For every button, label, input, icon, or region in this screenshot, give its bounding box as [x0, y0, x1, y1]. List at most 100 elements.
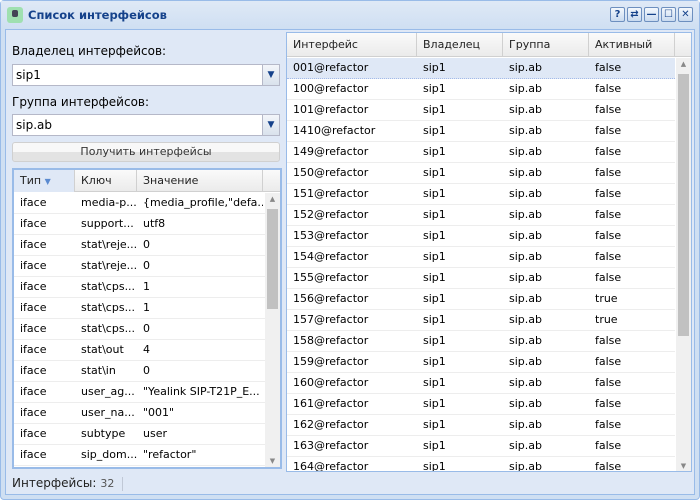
table-cell: iface — [20, 301, 47, 314]
table-cell: sip.ab — [509, 376, 542, 389]
table-row[interactable]: 159@refactor sip1 sip.ab false — [287, 352, 675, 373]
table-row[interactable]: iface user_ag... "Yealink SIP-T21P_E... — [14, 382, 265, 403]
table-row[interactable]: 156@refactor sip1 sip.ab true — [287, 289, 675, 310]
table-cell: 153@refactor — [293, 229, 369, 242]
sort-desc-icon: ▼ — [44, 177, 51, 186]
table-cell: false — [595, 418, 622, 431]
table-row[interactable]: 157@refactor sip1 sip.ab true — [287, 310, 675, 331]
maximize-icon[interactable]: ☐ — [661, 7, 676, 22]
table-row[interactable]: 001@refactor sip1 sip.ab false — [287, 58, 675, 79]
table-cell: false — [595, 166, 622, 179]
group-combo[interactable]: sip.ab ▼ — [12, 114, 280, 136]
table-row[interactable]: iface stat\cps... 1 — [14, 277, 265, 298]
column-label: Тип — [20, 174, 42, 187]
table-row[interactable]: 155@refactor sip1 sip.ab false — [287, 268, 675, 289]
table-row[interactable]: iface stat\cps... 1 — [14, 298, 265, 319]
table-row[interactable]: iface stat\reje... 0 — [14, 235, 265, 256]
table-cell: iface — [20, 259, 47, 272]
table-row[interactable]: 151@refactor sip1 sip.ab false — [287, 184, 675, 205]
table-row[interactable]: 161@refactor sip1 sip.ab false — [287, 394, 675, 415]
table-row[interactable]: 160@refactor sip1 sip.ab false — [287, 373, 675, 394]
table-cell: stat\reje... — [81, 238, 137, 251]
table-row[interactable]: 1410@refactor sip1 sip.ab false — [287, 121, 675, 142]
scroll-up-icon[interactable]: ▲ — [676, 60, 691, 68]
table-row[interactable]: 100@refactor sip1 sip.ab false — [287, 79, 675, 100]
scroll-thumb[interactable] — [267, 209, 278, 309]
table-cell: 151@refactor — [293, 187, 369, 200]
column-value[interactable]: Значение — [137, 170, 263, 192]
table-cell: "refactor" — [143, 448, 197, 461]
table-cell: iface — [20, 427, 47, 440]
table-row[interactable]: 153@refactor sip1 sip.ab false — [287, 226, 675, 247]
table-cell: 1 — [143, 301, 150, 314]
table-row[interactable]: iface stat\in 0 — [14, 361, 265, 382]
scroll-down-icon[interactable]: ▼ — [265, 457, 280, 465]
owner-combo[interactable]: sip1 ▼ — [12, 64, 280, 86]
table-cell: false — [595, 250, 622, 263]
refresh-icon[interactable]: ⇄ — [627, 7, 642, 22]
column-active[interactable]: Активный — [589, 33, 675, 57]
table-row[interactable]: 164@refactor sip1 sip.ab false — [287, 457, 675, 472]
table-cell: false — [595, 208, 622, 221]
table-cell: false — [595, 229, 622, 242]
table-cell: sip.ab — [509, 334, 542, 347]
column-type[interactable]: Тип ▼ — [14, 170, 75, 192]
column-interface[interactable]: Интерфейс — [287, 33, 417, 57]
table-cell: sip.ab — [509, 313, 542, 326]
table-row[interactable]: 149@refactor sip1 sip.ab false — [287, 142, 675, 163]
table-cell: stat\out — [81, 343, 124, 356]
table-row[interactable]: 101@refactor sip1 sip.ab false — [287, 100, 675, 121]
owner-label: Владелец интерфейсов: — [12, 44, 167, 58]
table-cell: sip1 — [423, 166, 446, 179]
app-icon — [7, 7, 23, 23]
window-body: Владелец интерфейсов: sip1 ▼ Группа интер… — [5, 29, 695, 495]
table-row[interactable]: iface support... utf8 — [14, 214, 265, 235]
scrollbar[interactable]: ▲ ▼ — [265, 193, 280, 467]
table-row[interactable]: iface stat\reje... 0 — [14, 256, 265, 277]
table-cell: 0 — [143, 322, 150, 335]
scroll-down-icon[interactable]: ▼ — [676, 462, 691, 470]
column-owner[interactable]: Владелец — [417, 33, 503, 57]
table-cell: sip.ab — [509, 103, 542, 116]
scroll-thumb[interactable] — [678, 74, 689, 336]
close-icon[interactable]: ✕ — [678, 7, 693, 22]
column-key[interactable]: Ключ — [75, 170, 137, 192]
chevron-down-icon[interactable]: ▼ — [262, 115, 279, 135]
table-row[interactable]: iface stat\out 4 — [14, 340, 265, 361]
table-cell: utf8 — [143, 217, 166, 230]
table-row[interactable]: iface media-p... {media_profile,"defa... — [14, 193, 265, 214]
table-row[interactable]: 158@refactor sip1 sip.ab false — [287, 331, 675, 352]
table-cell: sip1 — [423, 208, 446, 221]
get-interfaces-button[interactable]: Получить интерфейсы — [12, 142, 280, 162]
table-row[interactable]: 150@refactor sip1 sip.ab false — [287, 163, 675, 184]
table-cell: false — [595, 124, 622, 137]
table-cell: media-p... — [81, 196, 137, 209]
group-label: Группа интерфейсов: — [12, 95, 150, 109]
table-row[interactable]: 162@refactor sip1 sip.ab false — [287, 415, 675, 436]
chevron-down-icon[interactable]: ▼ — [262, 65, 279, 85]
separator — [122, 476, 124, 491]
table-cell: iface — [20, 406, 47, 419]
title-bar: Список интерфейсов ? ⇄ — ☐ ✕ — [1, 1, 699, 29]
table-row[interactable]: iface sip_dom... "refactor" — [14, 445, 265, 466]
table-cell: 156@refactor — [293, 292, 369, 305]
table-row[interactable]: 152@refactor sip1 sip.ab false — [287, 205, 675, 226]
table-cell: sip1 — [423, 145, 446, 158]
status-bar: Интерфейсы: 32 — [8, 473, 692, 493]
table-row[interactable]: 163@refactor sip1 sip.ab false — [287, 436, 675, 457]
table-cell: 155@refactor — [293, 271, 369, 284]
scrollbar[interactable]: ▲ ▼ — [676, 58, 691, 471]
table-row[interactable]: iface subtype user — [14, 424, 265, 445]
table-row[interactable]: iface stat\cps... 0 — [14, 319, 265, 340]
minimize-icon[interactable]: — — [644, 7, 659, 22]
table-cell: false — [595, 460, 622, 472]
column-group[interactable]: Группа — [503, 33, 589, 57]
table-cell: iface — [20, 217, 47, 230]
table-cell: "Yealink SIP-T21P_E... — [143, 385, 260, 398]
help-icon[interactable]: ? — [610, 7, 625, 22]
table-cell: sip1 — [423, 271, 446, 284]
table-row[interactable]: iface user_na... "001" — [14, 403, 265, 424]
table-row[interactable]: 154@refactor sip1 sip.ab false — [287, 247, 675, 268]
table-cell: subtype — [81, 427, 126, 440]
scroll-up-icon[interactable]: ▲ — [265, 195, 280, 203]
